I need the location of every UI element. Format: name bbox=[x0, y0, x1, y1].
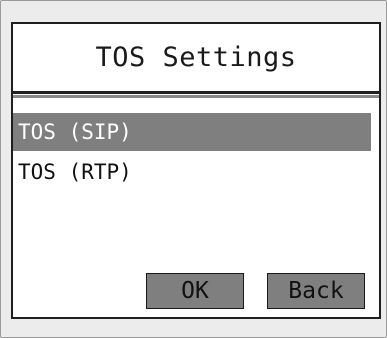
phone-device-frame: TOS Settings TOS (SIP) TOS (RTP) OK Back bbox=[0, 0, 387, 338]
list-item-label: TOS (RTP) bbox=[18, 160, 132, 184]
page-title: TOS Settings bbox=[95, 42, 297, 73]
title-divider bbox=[13, 91, 379, 94]
title-divider-shadow bbox=[13, 95, 379, 98]
settings-list: TOS (SIP) TOS (RTP) bbox=[13, 113, 379, 193]
list-item-label: TOS (SIP) bbox=[18, 120, 132, 144]
list-item-tos-rtp[interactable]: TOS (RTP) bbox=[13, 153, 371, 191]
ok-button[interactable]: OK bbox=[146, 273, 244, 309]
title-bar: TOS Settings bbox=[13, 24, 379, 91]
phone-screen: TOS Settings TOS (SIP) TOS (RTP) OK Back bbox=[11, 22, 381, 319]
list-item-tos-sip[interactable]: TOS (SIP) bbox=[13, 113, 371, 151]
back-button[interactable]: Back bbox=[267, 273, 365, 309]
